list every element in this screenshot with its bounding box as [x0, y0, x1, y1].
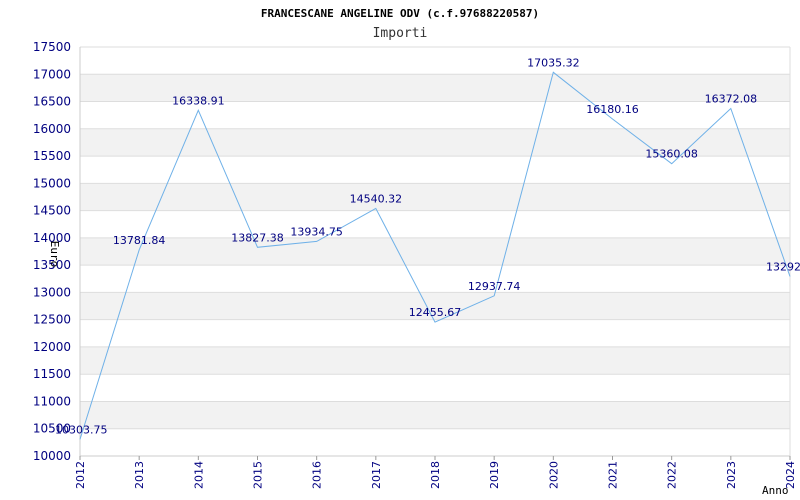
data-label: 13781.84 [113, 234, 166, 247]
grid-band [80, 183, 790, 211]
x-tick-label: 2023 [725, 461, 738, 489]
data-label: 13827.38 [231, 231, 284, 244]
x-tick-label: 2020 [547, 461, 560, 489]
x-tick-label: 2013 [133, 461, 146, 489]
y-tick-label: 10000 [33, 449, 71, 463]
y-axis-label: Euro [48, 241, 61, 268]
data-label: 12455.67 [409, 306, 462, 319]
y-tick-label: 11000 [33, 394, 71, 408]
x-tick-label: 2018 [429, 461, 442, 489]
y-tick-label: 16000 [33, 122, 71, 136]
data-label: 16372.08 [705, 93, 758, 106]
grid-band [80, 346, 790, 375]
data-label: 12937.74 [468, 280, 521, 293]
y-tick-label: 12000 [33, 340, 71, 354]
data-label: 16338.91 [172, 94, 225, 107]
data-label: 10303.75 [55, 423, 108, 436]
data-label: 13934.75 [290, 225, 343, 238]
y-tick-label: 15000 [33, 176, 71, 190]
data-label: 15360.08 [645, 148, 698, 161]
y-tick-label: 14500 [33, 204, 71, 218]
x-tick-labels: 2012 2013 2014 2015 2016 2017 2018 2019 2020 2021… [74, 461, 797, 489]
x-axis-label: Anno [762, 484, 789, 497]
x-tick-label: 2015 [252, 461, 265, 489]
x-tick-label: 2014 [192, 461, 205, 489]
data-label: 16180.16 [586, 103, 639, 116]
y-tick-label: 15500 [33, 149, 71, 163]
data-label: 17035.32 [527, 56, 580, 69]
x-tick-label: 2021 [607, 461, 620, 489]
y-tick-label: 12500 [33, 313, 71, 327]
y-tick-label: 11500 [33, 367, 71, 381]
grid-bands [80, 74, 790, 429]
x-tick-label: 2019 [488, 461, 501, 489]
y-tick-label: 13000 [33, 285, 71, 299]
chart-subtitle: Importi [373, 26, 428, 41]
x-tick-label: 2017 [370, 461, 383, 489]
x-tick-label: 2012 [74, 461, 87, 489]
chart-title: FRANCESCANE ANGELINE ODV (c.f.9768822058… [261, 7, 539, 20]
data-label: 14540.32 [350, 192, 403, 205]
grid-band [80, 237, 790, 266]
y-tick-label: 17500 [33, 40, 71, 54]
y-tick-label: 17000 [33, 67, 71, 81]
x-tick-label: 2016 [311, 461, 324, 489]
data-label: 13292. [766, 260, 800, 273]
grid-band [80, 401, 790, 429]
x-tick-label: 2022 [666, 461, 679, 489]
line-chart: FRANCESCANE ANGELINE ODV (c.f.9768822058… [33, 7, 800, 497]
y-tick-label: 16500 [33, 95, 71, 109]
